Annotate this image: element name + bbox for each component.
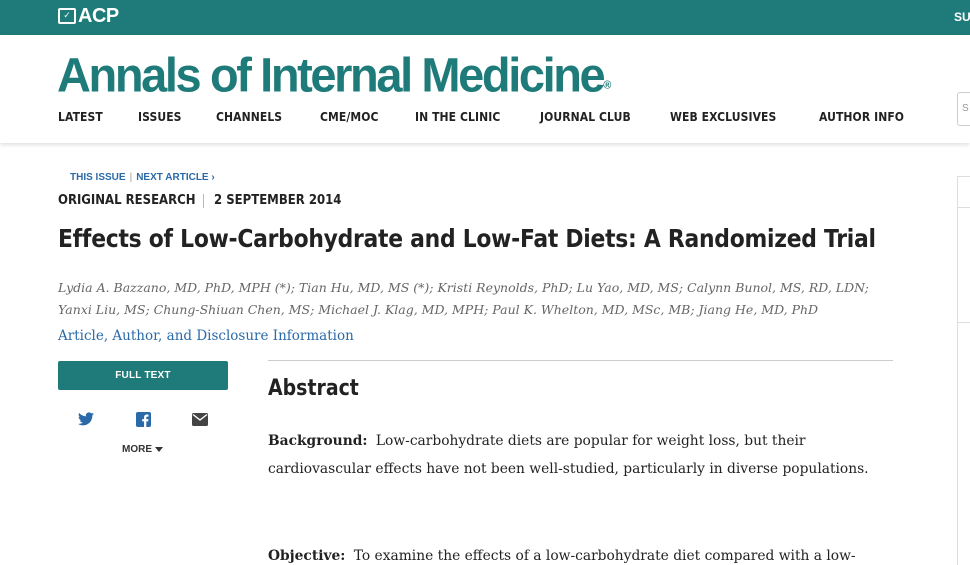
article-date: 2 SEPTEMBER 2014 bbox=[213, 193, 342, 208]
link-separator: | bbox=[129, 172, 133, 183]
site-topbar: ✓ ACP SU bbox=[0, 0, 970, 35]
chevron-down-icon bbox=[155, 447, 163, 452]
right-sidebar-panel bbox=[957, 176, 970, 565]
journal-title[interactable]: Annals of Internal Medicine® bbox=[57, 48, 611, 101]
facebook-icon[interactable] bbox=[134, 410, 152, 428]
acp-logo-mark-icon: ✓ bbox=[58, 8, 76, 24]
nav-item-latest[interactable]: LATEST bbox=[58, 110, 103, 124]
nav-item-web-exclusives[interactable]: WEB EXCLUSIVES bbox=[670, 110, 776, 124]
article-meta: ORIGINAL RESEARCH 2 SEPTEMBER 2014 bbox=[58, 193, 355, 208]
acp-logo-text: ACP bbox=[78, 5, 119, 27]
masthead: Annals of Internal Medicine® LATEST ISSU… bbox=[0, 35, 970, 143]
abstract-background: Background: Low-carbohydrate diets are p… bbox=[268, 427, 893, 483]
journal-title-text: Annals of Internal Medicine bbox=[57, 47, 606, 102]
issue-navigation: THIS ISSUE | NEXT ARTICLE › bbox=[70, 172, 215, 183]
right-panel-divider bbox=[958, 207, 970, 208]
article-type: ORIGINAL RESEARCH bbox=[58, 193, 196, 208]
topbar-signup-link[interactable]: SU bbox=[954, 10, 970, 24]
objective-text: To examine the effects of a low-carbohyd… bbox=[353, 548, 856, 564]
search-input[interactable]: S bbox=[957, 92, 970, 126]
right-panel-divider bbox=[958, 322, 970, 323]
nav-item-journal-club[interactable]: JOURNAL CLUB bbox=[540, 110, 631, 124]
article-author-disclosure-link[interactable]: Article, Author, and Disclosure Informat… bbox=[58, 328, 354, 344]
main-nav: LATEST ISSUES CHANNELS CME/MOC IN THE CL… bbox=[58, 110, 943, 124]
abstract-heading: Abstract bbox=[268, 376, 359, 401]
content-divider bbox=[268, 360, 893, 361]
nav-item-channels[interactable]: CHANNELS bbox=[216, 110, 282, 124]
twitter-icon[interactable] bbox=[77, 410, 95, 428]
more-label: MORE bbox=[122, 444, 152, 455]
nav-item-cme-moc[interactable]: CME/MOC bbox=[320, 110, 378, 124]
full-text-button[interactable]: FULL TEXT bbox=[58, 361, 228, 390]
nav-item-in-the-clinic[interactable]: IN THE CLINIC bbox=[415, 110, 500, 124]
registered-mark: ® bbox=[603, 79, 612, 92]
article-authors: Lydia A. Bazzano, MD, PhD, MPH (*); Tian… bbox=[58, 280, 869, 317]
acp-logo[interactable]: ✓ ACP bbox=[58, 6, 119, 26]
nav-item-issues[interactable]: ISSUES bbox=[138, 110, 182, 124]
objective-label: Objective: bbox=[268, 548, 346, 564]
article-title: Effects of Low-Carbohydrate and Low-Fat … bbox=[58, 224, 876, 253]
more-share-button[interactable]: MORE bbox=[122, 444, 163, 455]
background-label: Background: bbox=[268, 433, 368, 449]
nav-item-author-info[interactable]: AUTHOR INFO bbox=[819, 110, 904, 124]
this-issue-link[interactable]: THIS ISSUE bbox=[70, 172, 126, 183]
email-icon[interactable] bbox=[191, 410, 209, 428]
abstract-objective: Objective: To examine the effects of a l… bbox=[268, 542, 893, 565]
meta-divider bbox=[202, 193, 204, 208]
next-article-link[interactable]: NEXT ARTICLE › bbox=[136, 172, 215, 183]
